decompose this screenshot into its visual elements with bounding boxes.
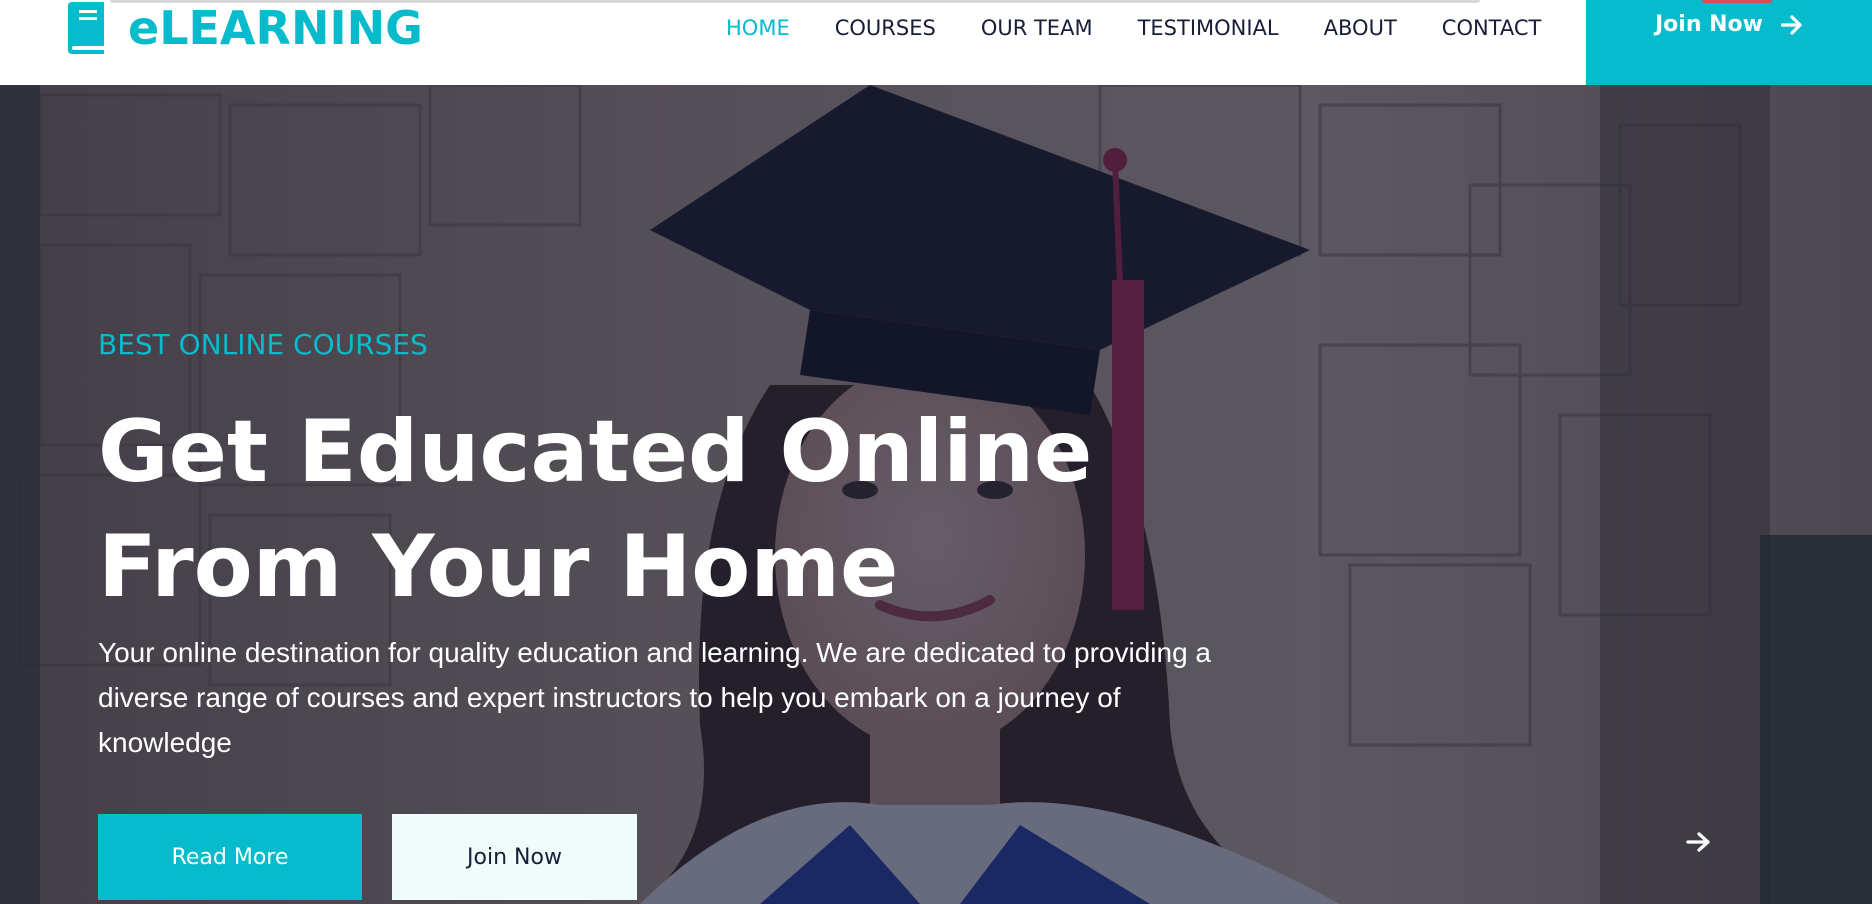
arrow-right-icon — [1686, 832, 1710, 852]
brand-name: eLEARNING — [128, 0, 423, 55]
navbar: eLEARNING HOME COURSES OUR TEAM TESTIMON… — [0, 0, 1872, 85]
brand-logo-link[interactable]: eLEARNING — [64, 0, 423, 55]
nav-item-home[interactable]: HOME — [726, 16, 790, 40]
nav-item-testimonial[interactable]: TESTIMONIAL — [1138, 16, 1279, 40]
hero-description: Your online destination for quality educ… — [98, 637, 1211, 758]
main-nav: HOME COURSES OUR TEAM TESTIMONIAL ABOUT … — [704, 0, 1541, 55]
book-icon — [68, 1, 104, 54]
nav-item-courses[interactable]: COURSES — [835, 16, 936, 40]
arrow-right-icon — [1781, 15, 1802, 35]
nav-item-about[interactable]: ABOUT — [1324, 16, 1397, 40]
nav-item-contact[interactable]: CONTACT — [1442, 16, 1542, 40]
join-now-hero-button[interactable]: Join Now — [392, 814, 637, 900]
hero-subtitle: BEST ONLINE COURSES — [98, 328, 428, 361]
join-now-nav-label: Join Now — [1654, 12, 1763, 37]
carousel-next-button[interactable] — [1682, 825, 1716, 859]
browser-indicator — [1702, 0, 1772, 3]
hero-title-line-1: Get Educated Online — [98, 402, 1093, 502]
hero-carousel: BEST ONLINE COURSES Get Educated Online … — [0, 85, 1872, 904]
hero-title: Get Educated Online From Your Home — [98, 395, 1198, 625]
nav-item-our-team[interactable]: OUR TEAM — [981, 16, 1093, 40]
read-more-button[interactable]: Read More — [98, 814, 362, 900]
hero-title-line-2: From Your Home — [98, 517, 899, 617]
join-now-nav-button[interactable]: Join Now — [1586, 0, 1872, 85]
